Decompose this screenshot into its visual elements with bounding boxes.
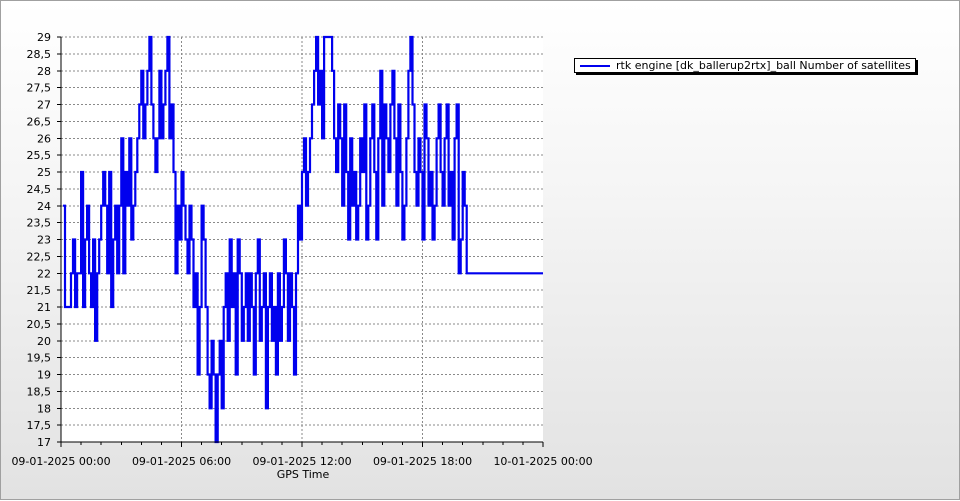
legend-series-label: rtk engine [dk_ballerup2rtx]_ball Number… — [616, 59, 911, 72]
y-tick-label: 19 — [37, 369, 51, 382]
y-tick-label: 23,5 — [27, 217, 52, 230]
y-tick-label: 18 — [37, 402, 51, 415]
y-tick-label: 17,5 — [27, 419, 52, 432]
y-tick-label: 25 — [37, 166, 51, 179]
y-tick-label: 28,5 — [27, 48, 52, 61]
y-tick-label: 19,5 — [27, 352, 52, 365]
y-tick-label: 22 — [37, 267, 51, 280]
y-tick-label: 21 — [37, 301, 51, 314]
y-tick-label: 20,5 — [27, 318, 52, 331]
y-tick-label: 22,5 — [27, 250, 52, 263]
y-tick-label: 27 — [37, 99, 51, 112]
chart-plot: 17 17,5 18 18,5 19 19,5 20 20,5 21 21,5 22 22,5 23 23… — [11, 31, 592, 481]
x-axis-title: GPS Time — [277, 468, 330, 481]
x-tick-label: 09-01-2025 12:00 — [252, 455, 351, 468]
y-tick-label: 26 — [37, 132, 51, 145]
x-tick-label: 10-01-2025 00:00 — [493, 455, 592, 468]
y-tick-label: 20 — [37, 335, 51, 348]
y-tick-label: 21,5 — [27, 284, 52, 297]
legend-swatch — [580, 64, 610, 67]
y-tick-label: 24 — [37, 200, 51, 213]
y-tick-label: 29 — [37, 31, 51, 44]
x-tick-label: 09-01-2025 06:00 — [132, 455, 231, 468]
y-tick-label: 25,5 — [27, 149, 52, 162]
y-tick-label: 27,5 — [27, 82, 52, 95]
chart-window: 17 17,5 18 18,5 19 19,5 20 20,5 21 21,5 22 22,5 23 23… — [0, 0, 960, 500]
x-tick-label: 09-01-2025 18:00 — [373, 455, 472, 468]
y-tick-label: 23 — [37, 234, 51, 247]
x-tick-label: 09-01-2025 00:00 — [11, 455, 110, 468]
y-tick-label: 18,5 — [27, 385, 52, 398]
y-tick-label: 24,5 — [27, 183, 52, 196]
legend[interactable]: rtk engine [dk_ballerup2rtx]_ball Number… — [574, 58, 916, 73]
y-tick-label: 26,5 — [27, 115, 52, 128]
y-tick-label: 28 — [37, 65, 51, 78]
y-tick-label: 17 — [37, 436, 51, 449]
